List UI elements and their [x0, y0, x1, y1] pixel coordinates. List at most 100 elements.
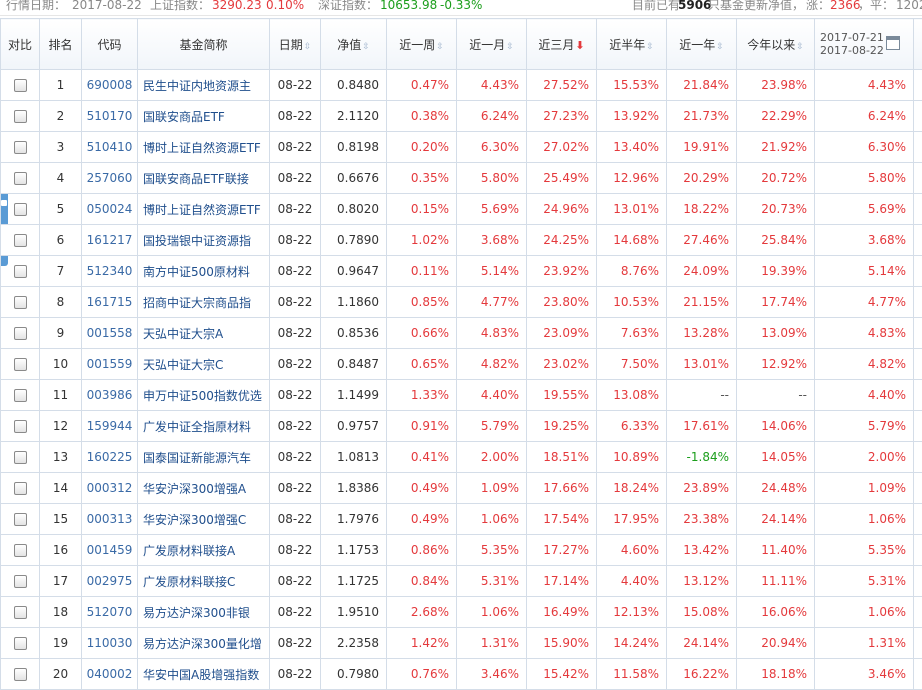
compare-checkbox[interactable]	[14, 606, 27, 619]
code-link[interactable]: 003986	[82, 380, 138, 411]
fund-name-link[interactable]: 易方达沪深300量化增	[138, 628, 270, 659]
compare-checkbox[interactable]	[14, 513, 27, 526]
compare-checkbox[interactable]	[14, 296, 27, 309]
ytd-return-cell: 21.92%	[737, 132, 815, 163]
header-date-range[interactable]: 2017-07-21 2017-08-22	[815, 19, 914, 70]
compare-checkbox[interactable]	[14, 203, 27, 216]
code-link[interactable]: 160225	[82, 442, 138, 473]
week-return-cell: 0.20%	[387, 132, 457, 163]
fund-ranking-table: 对比 排名 代码 基金简称 日期⇳ 净值⇳ 近一周⇳ 近一月⇳ 近三月⬇ 近半年…	[0, 18, 922, 690]
date-cell: 08-22	[270, 70, 321, 101]
fund-name-link[interactable]: 南方中证500原材料	[138, 256, 270, 287]
header-week[interactable]: 近一周⇳	[387, 19, 457, 70]
fund-name-link[interactable]: 博时上证自然资源ETF	[138, 132, 270, 163]
date-cell: 08-22	[270, 597, 321, 628]
code-link[interactable]: 001559	[82, 349, 138, 380]
compare-checkbox[interactable]	[14, 575, 27, 588]
fund-name-link[interactable]: 广发原材料联接A	[138, 535, 270, 566]
fund-name-link[interactable]: 天弘中证大宗C	[138, 349, 270, 380]
calendar-icon[interactable]	[886, 36, 900, 50]
code-link[interactable]: 161217	[82, 225, 138, 256]
fund-name-link[interactable]: 易方达沪深300非银	[138, 597, 270, 628]
compare-checkbox[interactable]	[14, 79, 27, 92]
half-year-return-cell: 17.95%	[597, 504, 667, 535]
fund-name-link[interactable]: 广发中证全指原材料	[138, 411, 270, 442]
rank-cell: 13	[40, 442, 82, 473]
code-link[interactable]: 690008	[82, 70, 138, 101]
code-link[interactable]: 050024	[82, 194, 138, 225]
code-link[interactable]: 002975	[82, 566, 138, 597]
year-return-cell: 20.29%	[667, 163, 737, 194]
code-link[interactable]: 161715	[82, 287, 138, 318]
header-three-month[interactable]: 近三月⬇	[527, 19, 597, 70]
month-return-cell: 1.31%	[457, 628, 527, 659]
header-date[interactable]: 日期⇳	[270, 19, 321, 70]
ytd-return-cell: 11.11%	[737, 566, 815, 597]
code-link[interactable]: 159944	[82, 411, 138, 442]
fund-name-link[interactable]: 申万中证500指数优选	[138, 380, 270, 411]
compare-checkbox[interactable]	[14, 482, 27, 495]
compare-checkbox[interactable]	[14, 327, 27, 340]
header-ytd[interactable]: 今年以来⇳	[737, 19, 815, 70]
compare-checkbox[interactable]	[14, 420, 27, 433]
compare-checkbox[interactable]	[14, 234, 27, 247]
fund-name-link[interactable]: 华安沪深300增强A	[138, 473, 270, 504]
code-link[interactable]: 512070	[82, 597, 138, 628]
fund-name-link[interactable]: 国联安商品ETF联接	[138, 163, 270, 194]
fund-name-link[interactable]: 华安沪深300增强C	[138, 504, 270, 535]
fund-name-link[interactable]: 天弘中证大宗A	[138, 318, 270, 349]
fund-name-link[interactable]: 博时上证自然资源ETF	[138, 194, 270, 225]
compare-checkbox[interactable]	[14, 451, 27, 464]
compare-checkbox[interactable]	[14, 668, 27, 681]
range-return-cell: 4.40%	[815, 380, 914, 411]
fund-name-link[interactable]: 民生中证内地资源主	[138, 70, 270, 101]
header-half-year[interactable]: 近半年⇳	[597, 19, 667, 70]
range-return-cell: 3.68%	[815, 225, 914, 256]
rank-cell: 12	[40, 411, 82, 442]
compare-cell	[1, 504, 40, 535]
header-month[interactable]: 近一月⇳	[457, 19, 527, 70]
fund-name-link[interactable]: 国投瑞银中证资源指	[138, 225, 270, 256]
code-link[interactable]: 512340	[82, 256, 138, 287]
compare-checkbox[interactable]	[14, 172, 27, 185]
code-link[interactable]: 510410	[82, 132, 138, 163]
compare-checkbox[interactable]	[14, 141, 27, 154]
code-link[interactable]: 000313	[82, 504, 138, 535]
month-return-cell: 5.35%	[457, 535, 527, 566]
fund-name-link[interactable]: 招商中证大宗商品指	[138, 287, 270, 318]
header-year[interactable]: 近一年⇳	[667, 19, 737, 70]
date-cell: 08-22	[270, 442, 321, 473]
month-return-cell: 5.79%	[457, 411, 527, 442]
fund-name-link[interactable]: 广发原材料联接C	[138, 566, 270, 597]
update-suffix: 只基金更新净值，	[708, 0, 804, 11]
half-year-return-cell: 13.01%	[597, 194, 667, 225]
compare-checkbox[interactable]	[14, 637, 27, 650]
year-return-cell: 21.73%	[667, 101, 737, 132]
code-link[interactable]: 110030	[82, 628, 138, 659]
three-month-return-cell: 17.27%	[527, 535, 597, 566]
compare-checkbox[interactable]	[14, 110, 27, 123]
three-month-return-cell: 19.55%	[527, 380, 597, 411]
fund-name-link[interactable]: 国泰国证新能源汽车	[138, 442, 270, 473]
table-row: 4257060国联安商品ETF联接08-220.66760.35%5.80%25…	[1, 163, 922, 194]
code-link[interactable]: 001459	[82, 535, 138, 566]
code-link[interactable]: 510170	[82, 101, 138, 132]
month-return-cell: 5.31%	[457, 566, 527, 597]
year-return-cell: -1.84%	[667, 442, 737, 473]
code-link[interactable]: 257060	[82, 163, 138, 194]
code-link[interactable]: 001558	[82, 318, 138, 349]
compare-checkbox[interactable]	[14, 265, 27, 278]
table-row: 15000313华安沪深300增强C08-221.79760.49%1.06%1…	[1, 504, 922, 535]
three-month-return-cell: 27.02%	[527, 132, 597, 163]
nav-cell: 1.1499	[321, 380, 387, 411]
header-nav[interactable]: 净值⇳	[321, 19, 387, 70]
compare-cell	[1, 349, 40, 380]
code-link[interactable]: 000312	[82, 473, 138, 504]
sh-index-value: 3290.23	[212, 0, 262, 11]
range-return-cell: 4.83%	[815, 318, 914, 349]
fund-name-link[interactable]: 国联安商品ETF	[138, 101, 270, 132]
three-month-return-cell: 17.66%	[527, 473, 597, 504]
compare-checkbox[interactable]	[14, 544, 27, 557]
compare-checkbox[interactable]	[14, 389, 27, 402]
compare-checkbox[interactable]	[14, 358, 27, 371]
